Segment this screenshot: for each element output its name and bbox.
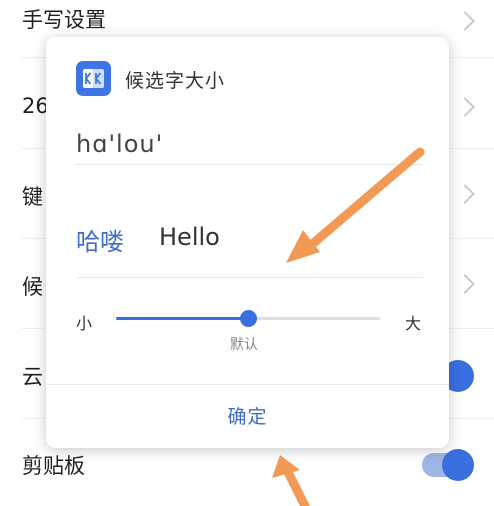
divider [76,277,423,278]
toggle-knob [442,449,474,481]
chevron-right-icon [455,97,475,117]
slider-thumb[interactable] [240,310,257,327]
size-slider[interactable] [116,310,380,327]
settings-row-clipboard: 剪贴板 [0,449,494,481]
pinyin-preview: hɑ'lou' [76,130,164,158]
settings-row-label: 手写设置 [22,8,106,32]
candidate-preview-secondary: Hello [159,223,220,251]
candidate-preview-primary: 哈喽 [76,228,124,256]
chevron-right-icon [455,274,475,294]
clipboard-toggle[interactable] [422,449,474,481]
chevron-right-icon [455,11,475,31]
settings-row-label: 26 [22,94,49,118]
settings-row-label: 候 [22,275,43,299]
size-min-label: 小 [76,314,93,333]
keyboard-app-logo-icon [76,61,111,96]
slider-fill [116,317,248,320]
settings-row-label: 云 [22,365,43,389]
slider-value-caption: 默认 [230,337,258,353]
divider [76,164,423,165]
chevron-right-icon [455,184,475,204]
candidate-size-dialog: 候选字大小 hɑ'lou' 哈喽 Hello 小 大 默认 确定 [46,37,449,448]
confirm-button[interactable]: 确定 [46,384,449,449]
settings-row-label: 键 [22,185,43,209]
settings-row-label: 剪贴板 [22,454,85,478]
size-max-label: 大 [404,314,421,333]
dialog-title: 候选字大小 [125,70,226,92]
settings-row-handwriting[interactable]: 手写设置 [0,4,494,34]
